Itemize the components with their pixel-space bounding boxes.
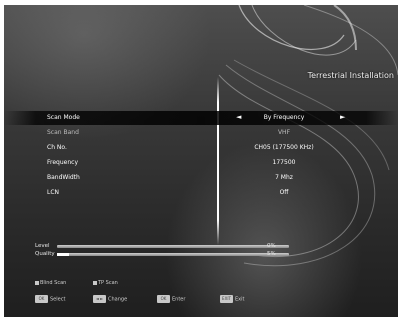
signal-quality-value: 5% [267, 251, 276, 257]
tv-screen: Terrestrial Installation Scan Mode ◄ By … [4, 5, 398, 317]
red-key-icon [35, 280, 39, 285]
tp-scan-hotkey[interactable]: TP Scan [93, 280, 118, 286]
tp-scan-label: TP Scan [98, 280, 118, 286]
exit-help[interactable]: EXIT Exit [220, 295, 244, 303]
signal-quality-fill [57, 253, 69, 256]
setting-row-lcn[interactable]: LCN Off [4, 186, 398, 200]
signal-level-value: 0% [267, 243, 276, 249]
setting-label: Scan Band [47, 129, 79, 136]
select-key-icon: OK [35, 295, 48, 303]
left-right-key-icon: ◄ ► [93, 295, 106, 303]
green-key-icon [93, 280, 97, 285]
change-help-label: Change [108, 296, 128, 303]
signal-level-meter: Level 0% [35, 243, 385, 251]
setting-value: VHF [277, 129, 291, 136]
setting-row-bandwidth[interactable]: BandWidth 7 Mhz [4, 171, 398, 185]
arrow-right-icon[interactable]: ► [340, 113, 345, 121]
signal-level-track [57, 245, 289, 248]
signal-quality-meter: Quality 5% [35, 251, 385, 259]
enter-help-label: Enter [172, 296, 186, 303]
setting-row-scan-mode[interactable]: Scan Mode ◄ By Frequency ► [4, 111, 398, 125]
signal-quality-label: Quality [35, 251, 55, 257]
blind-scan-hotkey[interactable]: Blind Scan [35, 280, 66, 286]
setting-value: Off [279, 189, 289, 196]
setting-row-channel-number[interactable]: Ch No. CH05 (177500 KHz) [4, 141, 398, 155]
setting-value: 177500 [272, 159, 296, 166]
setting-label: BandWidth [47, 174, 80, 181]
setting-label: Frequency [47, 159, 78, 166]
setting-label: LCN [47, 189, 60, 196]
exit-key-icon: EXIT [220, 295, 233, 303]
change-help[interactable]: ◄ ► Change [93, 295, 127, 303]
signal-quality-track [57, 253, 289, 256]
setting-value: CH05 (177500 KHz) [254, 144, 314, 151]
ok-key-icon: OK [157, 295, 170, 303]
exit-help-label: Exit [235, 296, 245, 303]
select-help-label: Select [50, 296, 66, 303]
setting-row-scan-band[interactable]: Scan Band VHF [4, 126, 398, 140]
select-help[interactable]: OK Select [35, 295, 65, 303]
page-title: Terrestrial Installation [307, 71, 394, 80]
signal-level-label: Level [35, 243, 50, 249]
setting-value: By Frequency [263, 114, 305, 121]
blind-scan-label: Blind Scan [40, 280, 67, 286]
setting-value: 7 Mhz [275, 174, 293, 181]
setting-label: Ch No. [47, 144, 67, 151]
setting-row-frequency[interactable]: Frequency 177500 [4, 156, 398, 170]
enter-help[interactable]: OK Enter [157, 295, 185, 303]
setting-label: Scan Mode [47, 114, 80, 121]
